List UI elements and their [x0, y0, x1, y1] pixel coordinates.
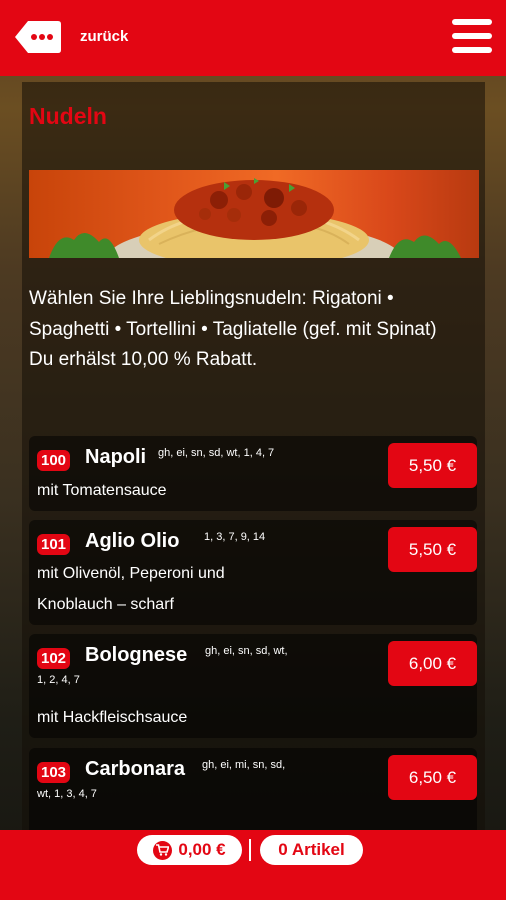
category-panel: Nudeln Wählen Sie Ihre Lieblingsnudeln: … [22, 82, 485, 830]
price-button[interactable]: 6,00 € [388, 641, 477, 686]
item-name: Bolognese [85, 644, 188, 666]
cart-icon [153, 840, 173, 860]
back-label[interactable]: zurück [80, 28, 128, 45]
discount-text: Du erhälst 10,00 % Rabatt. [29, 349, 258, 370]
item-name: Carbonara [85, 758, 186, 780]
article-count-button[interactable]: 0 Artikel [260, 835, 363, 865]
menu-item[interactable]: 102 Bolognese gh, ei, sn, sd, wt, 1, 2, … [29, 634, 477, 738]
menu-item[interactable]: 100 Napoli gh, ei, sn, sd, wt, 1, 4, 7 m… [29, 436, 477, 511]
category-banner-image [29, 170, 479, 258]
cart-bar: 0,00 € 0 Artikel [0, 830, 506, 900]
category-title: Nudeln [29, 103, 107, 129]
category-description: Wählen Sie Ihre Lieblingsnudeln: Rigaton… [29, 284, 479, 376]
cart-total-button[interactable]: 0,00 € [137, 835, 242, 865]
item-allergens: wt, 1, 3, 4, 7 [37, 788, 97, 800]
divider [249, 839, 251, 861]
price-button[interactable]: 5,50 € [388, 527, 477, 572]
price-button[interactable]: 6,50 € [388, 755, 477, 800]
item-description: mit Hackfleischsauce [37, 709, 188, 726]
ellipsis-tag-icon [15, 21, 61, 53]
item-allergens: 1, 3, 7, 9, 14 [204, 531, 266, 543]
menu-item[interactable]: 103 Carbonara gh, ei, mi, sn, sd, wt, 1,… [29, 748, 477, 830]
item-allergens: gh, ei, sn, sd, wt, [205, 645, 288, 657]
item-name: Aglio Olio [85, 530, 180, 552]
price-button[interactable]: 5,50 € [388, 443, 477, 488]
category-description-text: Wählen Sie Ihre Lieblingsnudeln: Rigaton… [29, 288, 437, 340]
top-bar: zurück [0, 0, 506, 76]
item-allergens: gh, ei, sn, sd, wt, 1, 4, 7 [158, 447, 275, 459]
item-allergens: gh, ei, mi, sn, sd, [202, 759, 286, 771]
item-number: 100 [37, 450, 71, 471]
item-description: mit Olivenöl, Peperoni und Knoblauch – s… [37, 565, 225, 613]
item-number: 101 [37, 534, 71, 555]
cart-total: 0,00 € [178, 840, 226, 859]
back-button[interactable] [14, 19, 62, 55]
item-allergens: 1, 2, 4, 7 [37, 674, 80, 686]
item-number: 103 [37, 762, 71, 783]
item-name: Napoli [85, 446, 147, 468]
item-number: 102 [37, 648, 71, 669]
item-description: mit Tomatensauce [37, 482, 167, 499]
hamburger-icon[interactable] [452, 17, 492, 55]
menu-item[interactable]: 101 Aglio Olio 1, 3, 7, 9, 14 mit Oliven… [29, 520, 477, 625]
